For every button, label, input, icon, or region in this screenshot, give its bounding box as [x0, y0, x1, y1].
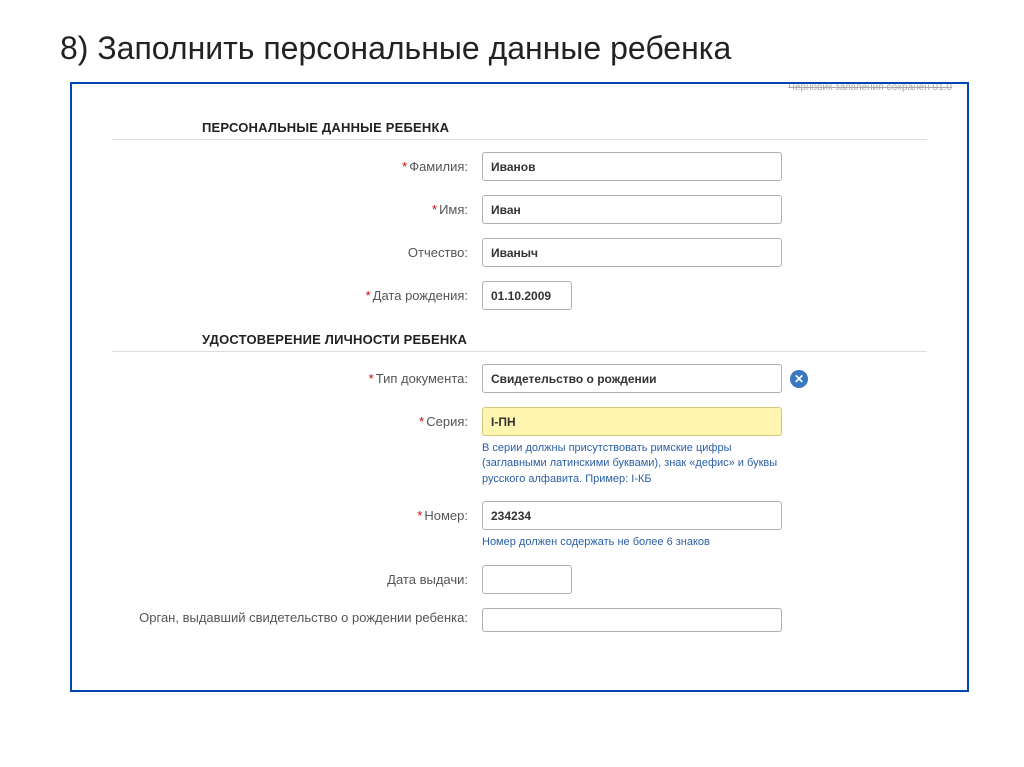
- required-mark: *: [369, 371, 374, 386]
- dob-input[interactable]: [482, 281, 572, 310]
- required-mark: *: [419, 414, 424, 429]
- doctype-select[interactable]: [482, 364, 782, 393]
- row-patronymic: Отчество:: [112, 238, 927, 267]
- dob-label: *Дата рождения:: [112, 281, 482, 303]
- surname-label: *Фамилия:: [112, 152, 482, 174]
- required-mark: *: [432, 202, 437, 217]
- required-mark: *: [402, 159, 407, 174]
- issuer-label: Орган, выдавший свидетельство о рождении…: [112, 608, 482, 625]
- row-dob: *Дата рождения:: [112, 281, 927, 310]
- series-hint: В серии должны присутствовать римские ци…: [482, 441, 792, 487]
- row-series: *Серия: В серии должны присутствовать ри…: [112, 407, 927, 487]
- row-issuer: Орган, выдавший свидетельство о рождении…: [112, 608, 927, 632]
- issue-date-input[interactable]: [482, 565, 572, 594]
- form-content: ПЕРСОНАЛЬНЫЕ ДАННЫЕ РЕБЕНКА *Фамилия: *И…: [72, 84, 967, 632]
- row-number: *Номер: Номер должен содержать не более …: [112, 501, 927, 550]
- row-surname: *Фамилия:: [112, 152, 927, 181]
- row-name: *Имя:: [112, 195, 927, 224]
- row-doctype: *Тип документа: ✕: [112, 364, 927, 393]
- issuer-input[interactable]: [482, 608, 782, 632]
- name-input[interactable]: [482, 195, 782, 224]
- number-hint: Номер должен содержать не более 6 знаков: [482, 535, 792, 550]
- section-identity-header: УДОСТОВЕРЕНИЕ ЛИЧНОСТИ РЕБЕНКА: [112, 324, 927, 352]
- doctype-label: *Тип документа:: [112, 364, 482, 386]
- name-label: *Имя:: [112, 195, 482, 217]
- patronymic-label: Отчество:: [112, 238, 482, 260]
- number-input[interactable]: [482, 501, 782, 530]
- issue-date-label: Дата выдачи:: [112, 565, 482, 587]
- series-input[interactable]: [482, 407, 782, 436]
- slide-title: 8) Заполнить персональные данные ребенка: [0, 0, 1024, 82]
- clear-doctype-icon[interactable]: ✕: [790, 370, 808, 388]
- series-label: *Серия:: [112, 407, 482, 429]
- form-frame: Черновик заявления сохранен 01.0 ПЕРСОНА…: [70, 82, 969, 692]
- draft-saved-note: Черновик заявления сохранен 01.0: [788, 82, 952, 93]
- required-mark: *: [417, 508, 422, 523]
- required-mark: *: [366, 288, 371, 303]
- patronymic-input[interactable]: [482, 238, 782, 267]
- section-personal-header: ПЕРСОНАЛЬНЫЕ ДАННЫЕ РЕБЕНКА: [112, 112, 927, 140]
- surname-input[interactable]: [482, 152, 782, 181]
- number-label: *Номер:: [112, 501, 482, 523]
- row-issue-date: Дата выдачи:: [112, 565, 927, 594]
